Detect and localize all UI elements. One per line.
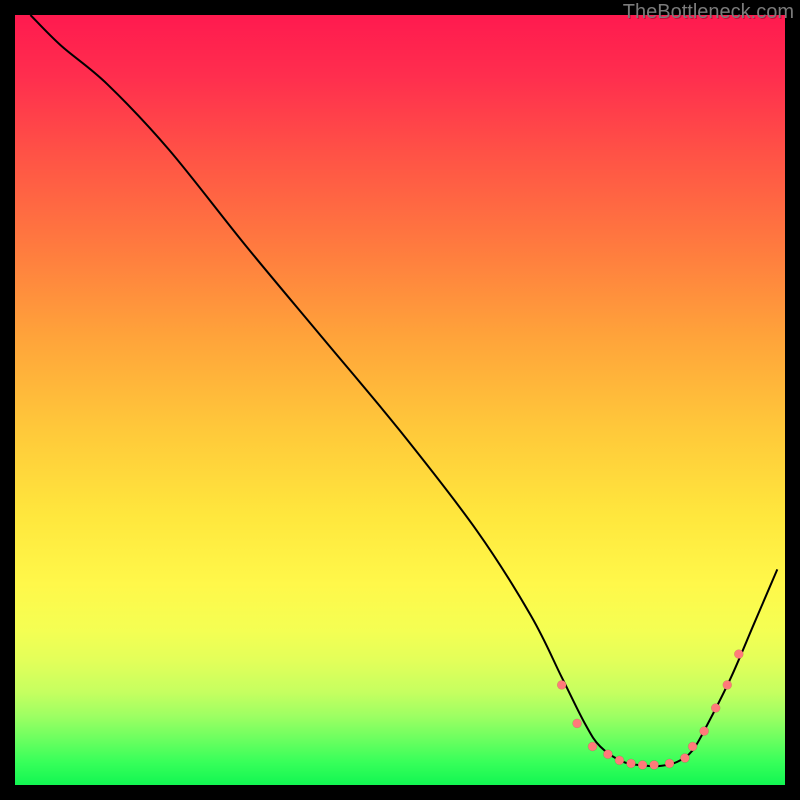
chart-container: TheBottleneck.com xyxy=(0,0,800,800)
plot-svg xyxy=(15,15,785,785)
data-point xyxy=(734,650,743,659)
data-point xyxy=(711,704,720,713)
data-point xyxy=(588,742,597,751)
plot-area xyxy=(15,15,785,785)
data-point xyxy=(700,727,709,736)
data-point xyxy=(723,680,732,689)
data-point xyxy=(615,756,624,765)
data-point xyxy=(650,760,659,769)
data-point xyxy=(688,742,697,751)
data-point xyxy=(627,759,636,768)
data-point xyxy=(680,754,689,763)
data-point xyxy=(573,719,582,728)
data-point xyxy=(603,750,612,759)
data-point xyxy=(638,760,647,769)
data-point xyxy=(557,680,566,689)
data-point xyxy=(665,759,674,768)
bottleneck-curve xyxy=(30,15,777,766)
